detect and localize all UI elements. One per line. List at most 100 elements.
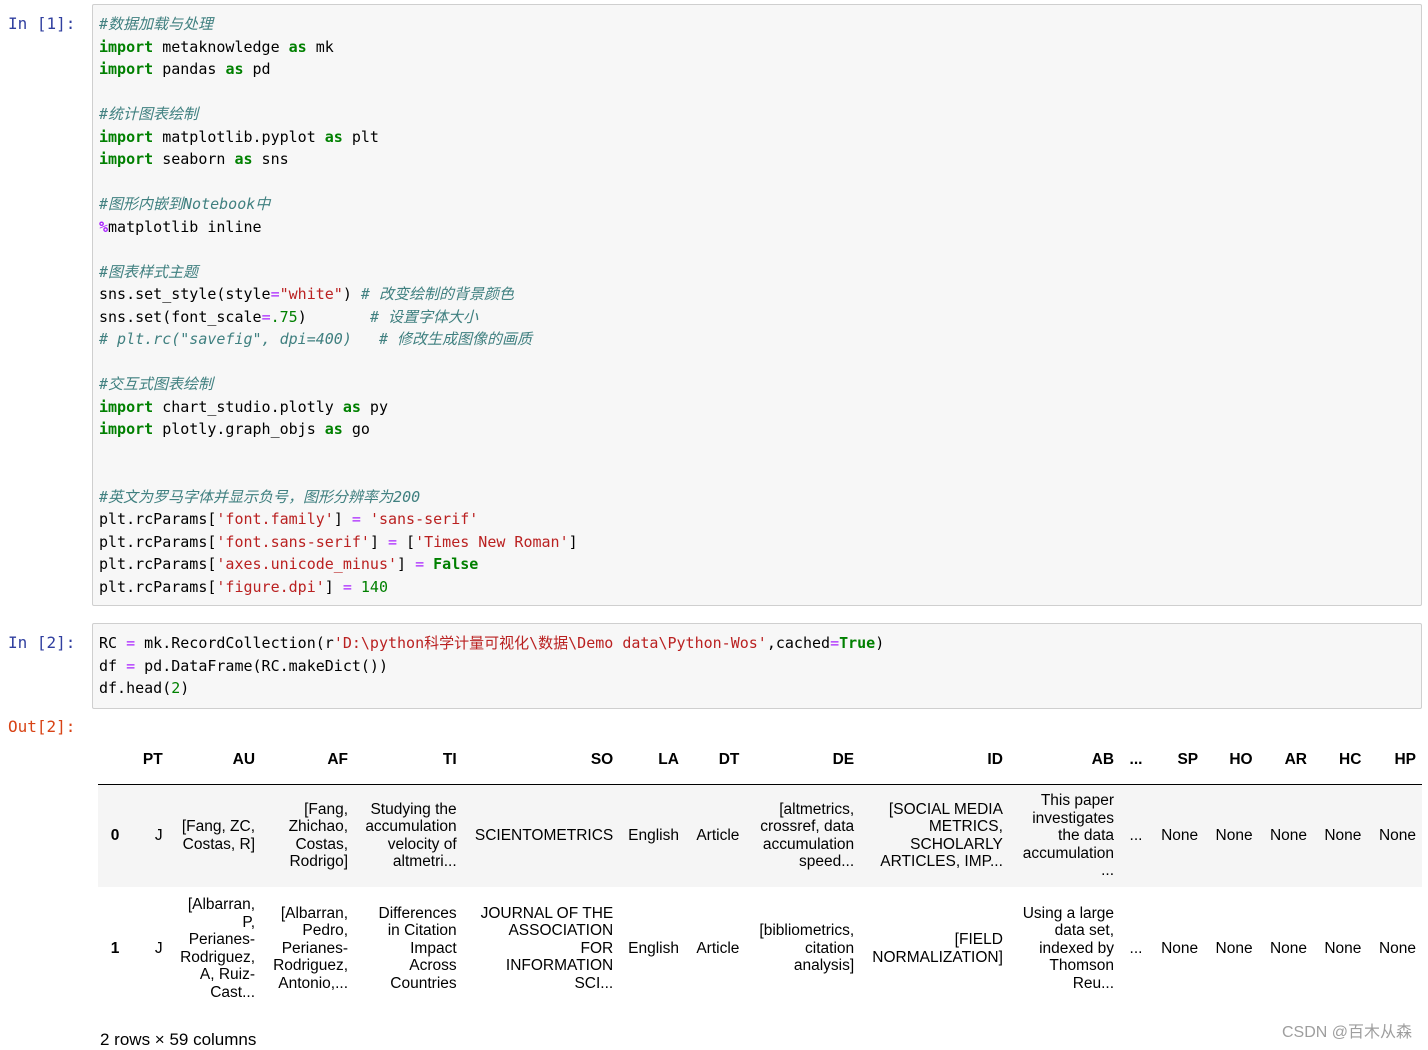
code-token: metaknowledge [153, 37, 289, 56]
table-cell: None [1215, 827, 1253, 844]
code-token: sns.set(font_scale [99, 307, 262, 326]
table-cell: None [1161, 939, 1199, 957]
column-header: AU [168, 736, 262, 785]
output-area: PT AU AF TI SO LA DT DE ID AB... SP HO AR HC HP 0 J [Fan… [92, 736, 1422, 1050]
code-token: 'sans-serif' [369, 510, 479, 528]
code-token: plt.rcParams[ [99, 555, 217, 573]
table-cell: [Fang, ZC, Costas, R] [181, 818, 256, 853]
code-line: plt.rcParams['figure.dpi'] = 140 [99, 576, 388, 598]
table-cell: ... [1129, 827, 1143, 844]
code-token: ] [324, 577, 343, 596]
row-index: 1 [110, 939, 120, 957]
table-cell: JOURNAL OF THE ASSOCIATION FOR INFORMATI… [480, 904, 614, 992]
code-token: chart_studio.plotly [153, 397, 343, 416]
code-token: ) [342, 285, 361, 303]
table-cell: None [1378, 939, 1416, 957]
code-token: 'font.sans-serif' [216, 532, 370, 551]
code-token: as [288, 37, 307, 56]
code-token: as [324, 420, 343, 438]
table-cell: [altmetrics, crossref, data accumulation… [760, 800, 855, 871]
table-cell: None [1378, 827, 1416, 844]
code-token: df [99, 656, 127, 675]
table-cell: None [1215, 939, 1253, 957]
code-token: import [99, 397, 154, 416]
code-line: import chart_studio.plotly as py [99, 396, 388, 418]
column-header: DT [684, 736, 746, 785]
column-header: AB [1008, 736, 1121, 785]
column-header: SO [462, 736, 620, 785]
code-token: = [388, 532, 398, 551]
code-line: import plotly.graph_objs as go [99, 418, 370, 440]
code-line: sns.set(font_scale=.75) # 设置字体大小 [99, 306, 478, 328]
table-cell: None [1269, 939, 1307, 957]
code-line: #数据加载与处理 [99, 13, 213, 35]
code-line: %matplotlib inline [99, 216, 262, 238]
column-header: PT [125, 736, 169, 785]
code-token: ) [875, 634, 885, 652]
code-line: # plt.rc("savefig", dpi=400) # 修改生成图像的画质 [99, 328, 532, 350]
column-header: SP [1148, 736, 1205, 785]
code-token: 'Times New Roman' [415, 532, 569, 551]
code-line: df.head(2) [99, 677, 189, 699]
table-cell: Article [696, 827, 740, 844]
header-row: PT AU AF TI SO LA DT DE ID AB... SP HO AR HC HP [98, 736, 1422, 785]
dataframe-table: PT AU AF TI SO LA DT DE ID AB... SP HO AR HC HP 0 J [Fan… [98, 736, 1422, 1011]
code-line: #图形内嵌到Notebook中 [99, 193, 270, 215]
code-token: as [225, 60, 244, 78]
code-token: plt.rcParams[ [99, 532, 217, 551]
code-token: ] [333, 510, 352, 528]
code-line: #图表样式主题 [99, 261, 198, 283]
code-line: #统计图表绘制 [99, 103, 198, 125]
table-cell: J [154, 939, 163, 957]
code-token: import [99, 60, 154, 78]
table-cell: [Albarran, P, Perianes- Rodriguez, A, Ru… [180, 896, 256, 1001]
code-token: pandas [153, 60, 226, 78]
code-token: % [99, 217, 109, 236]
table-cell: [FIELD NORMALIZATION] [872, 931, 1003, 966]
table-cell: This paper investigates the data accumul… [1022, 792, 1115, 879]
code-token: = [415, 555, 425, 573]
table-cell: Using a large data set, indexed by Thoms… [1022, 904, 1115, 992]
code-token: plt.rcParams[ [99, 577, 217, 596]
code-token: [ [397, 532, 416, 551]
table-row: 1 J [Albarran, P, Perianes- Rodriguez, A, … [98, 886, 1422, 1011]
table-cell: None [1324, 827, 1362, 844]
code-token: 140 [360, 577, 388, 596]
code-token: seaborn [153, 150, 235, 168]
code-token: True [839, 634, 876, 652]
code-token: 2 [171, 679, 181, 697]
code-token: ] [397, 555, 416, 573]
row-index: 0 [110, 827, 120, 844]
code-line: plt.rcParams['axes.unicode_minus'] = Fal… [99, 553, 478, 575]
table-cell: Differences in Citation Impact Across Co… [378, 904, 457, 992]
code-token: mk.RecordCollection(r [135, 634, 334, 652]
code-cell-1[interactable]: #数据加载与处理 import metaknowledge as mk import… [92, 4, 1422, 606]
code-token: import [99, 37, 154, 56]
table-cell: ... [1129, 939, 1143, 957]
code-line: plt.rcParams['font.sans-serif'] = ['Time… [99, 531, 578, 553]
code-token: = [270, 285, 280, 303]
index-header [98, 736, 126, 785]
code-token: as [342, 397, 361, 416]
code-token: = [126, 634, 136, 652]
dataframe-shape: 2 rows × 59 columns [100, 1030, 257, 1049]
column-header: AF [261, 736, 355, 785]
code-token: go [342, 420, 370, 438]
code-token: import [99, 127, 154, 146]
table-cell: [Fang, Zhichao, Costas, Rodrigo] [288, 800, 349, 871]
code-cell-2[interactable]: RC = mk.RecordCollection(r'D:\python科学计量… [92, 623, 1422, 709]
table-cell: English [628, 827, 679, 844]
code-token: plt [342, 127, 379, 146]
code-token: plotly.graph_objs [153, 420, 325, 438]
code-token: = [830, 634, 840, 652]
column-header: HP [1367, 736, 1422, 785]
code-token: #图表样式主题 [99, 262, 199, 281]
code-line: import matplotlib.pyplot as plt [99, 126, 379, 148]
code-token: pd.DataFrame(RC.makeDict()) [135, 656, 388, 675]
code-token: = [261, 307, 271, 326]
code-line: #英文为罗马字体并显示负号，图形分辨率为200 [99, 486, 420, 508]
code-token: import [99, 420, 154, 438]
column-header: HO [1204, 736, 1259, 785]
column-header: HC [1313, 736, 1368, 785]
